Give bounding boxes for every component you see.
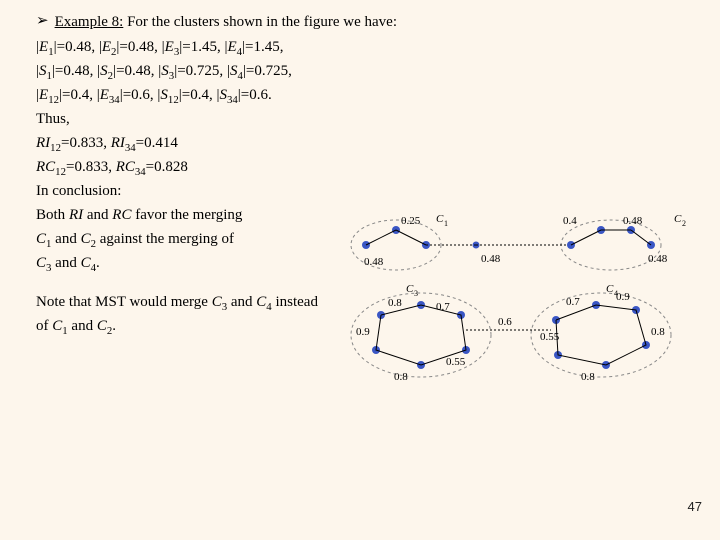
eq-E-line: |E1|=0.48, |E2|=0.48, |E3|=1.45, |E4|=1.…: [36, 39, 692, 56]
fig-edge-0.4: 0.4: [563, 215, 577, 227]
sym-C1: C: [36, 231, 46, 247]
cluster-svg: C1 C2 0.48 0.25 0.48: [326, 210, 706, 390]
val-RC12: 0.833: [74, 159, 108, 175]
sym-C3: C: [36, 255, 46, 271]
sym-C2: C: [81, 231, 91, 247]
slide: ➢ Example 8: For the clusters shown in t…: [0, 0, 720, 540]
fig-label-C2: C: [674, 213, 682, 225]
fig-c4-0.7: 0.7: [566, 296, 580, 308]
val-E4: 1.45: [254, 39, 280, 55]
fig-label-C1: C: [436, 213, 444, 225]
txt-both-b: and: [83, 207, 112, 223]
header-rest: For the clusters shown in the figure we …: [123, 14, 397, 30]
conclusion-line-1: Both RI and RC favor the merging: [36, 207, 366, 224]
fig-c4-0.8a: 0.8: [651, 326, 665, 338]
left-column: RI12=0.833, RI34=0.414 RC12=0.833, RC34=…: [36, 135, 366, 272]
conclusion-line-2: C1 and C2 against the merging of: [36, 231, 366, 248]
svg-text:2: 2: [682, 219, 686, 228]
svg-text:3: 3: [414, 289, 418, 298]
eq-RI-line: RI12=0.833, RI34=0.414: [36, 135, 366, 152]
eq-RC-line: RC12=0.833, RC34=0.828: [36, 159, 366, 176]
fig-c4-ring: [552, 301, 650, 369]
val-S34: 0.6: [249, 87, 268, 103]
val-E2: 0.48: [128, 39, 154, 55]
fig-c4-0.55: 0.55: [540, 331, 560, 343]
thus-label: Thus,: [36, 111, 692, 128]
fig-edge-0.25: 0.25: [401, 215, 421, 227]
conclusion-line-3: C3 and C4.: [36, 255, 366, 272]
fig-edge-0.48-c: 0.48: [648, 253, 668, 265]
txt-note-b: and: [227, 294, 256, 310]
fig-c4-0.8b: 0.8: [581, 371, 595, 383]
val-RI34: 0.414: [144, 135, 178, 151]
fig-edge-0.6: 0.6: [498, 316, 512, 328]
txt-both-a: Both: [36, 207, 69, 223]
val-S1: 0.48: [63, 63, 89, 79]
val-E1: 0.48: [65, 39, 91, 55]
eq-ES-pair-line: |E12|=0.4, |E34|=0.6, |S12|=0.4, |S34|=0…: [36, 87, 692, 104]
page-number: 47: [688, 499, 702, 514]
eq-S-line: |S1|=0.48, |S2|=0.48, |S3|=0.725, |S4|=0…: [36, 63, 692, 80]
fig-c3-0.8a: 0.8: [388, 297, 402, 309]
val-S2: 0.48: [125, 63, 151, 79]
fig-c3-0.7: 0.7: [436, 301, 450, 313]
sym-C4b: C: [256, 294, 266, 310]
svg-text:1: 1: [444, 219, 448, 228]
sym-RI: RI: [69, 207, 83, 223]
fig-label-C4: C: [606, 283, 614, 295]
txt-c34a: and: [51, 255, 80, 271]
fig-c3-0.8b: 0.8: [394, 371, 408, 383]
sym-C2b: C: [97, 318, 107, 334]
val-S12: 0.4: [190, 87, 209, 103]
txt-c12a: and: [51, 231, 80, 247]
fig-c3-0.55: 0.55: [446, 356, 466, 368]
val-E34: 0.6: [131, 87, 150, 103]
fig-label-C3: C: [406, 283, 414, 295]
val-E12: 0.4: [70, 87, 89, 103]
fig-edge-0.48-a: 0.48: [364, 256, 384, 268]
example-label: Example 8:: [55, 14, 124, 30]
bullet-arrow-icon: ➢: [36, 12, 49, 32]
val-S3: 0.725: [186, 63, 220, 79]
header-row: ➢ Example 8: For the clusters shown in t…: [36, 12, 692, 32]
sym-C1b: C: [52, 318, 62, 334]
header-text: Example 8: For the clusters shown in the…: [55, 12, 397, 32]
sym-C4: C: [81, 255, 91, 271]
txt-note2-a: of: [36, 318, 52, 334]
val-RC34: 0.828: [154, 159, 188, 175]
fig-edge-0.48-between: 0.48: [481, 253, 501, 265]
sym-C3b: C: [212, 294, 222, 310]
txt-note-c: instead: [272, 294, 318, 310]
txt-note2-b: and: [68, 318, 97, 334]
txt-both-c: favor the merging: [131, 207, 242, 223]
cluster-figure: C1 C2 0.48 0.25 0.48: [326, 210, 706, 390]
fig-edge-0.48-b: 0.48: [623, 215, 643, 227]
txt-c12b: against the merging of: [96, 231, 234, 247]
val-RI12: 0.833: [69, 135, 103, 151]
val-S4: 0.725: [254, 63, 288, 79]
txt-note-a: Note that MST would merge: [36, 294, 212, 310]
val-E3: 1.45: [191, 39, 217, 55]
fig-c3-0.9: 0.9: [356, 326, 370, 338]
in-conclusion-label: In conclusion:: [36, 183, 366, 200]
fig-c4-0.9: 0.9: [616, 291, 630, 303]
sym-RC: RC: [112, 207, 131, 223]
